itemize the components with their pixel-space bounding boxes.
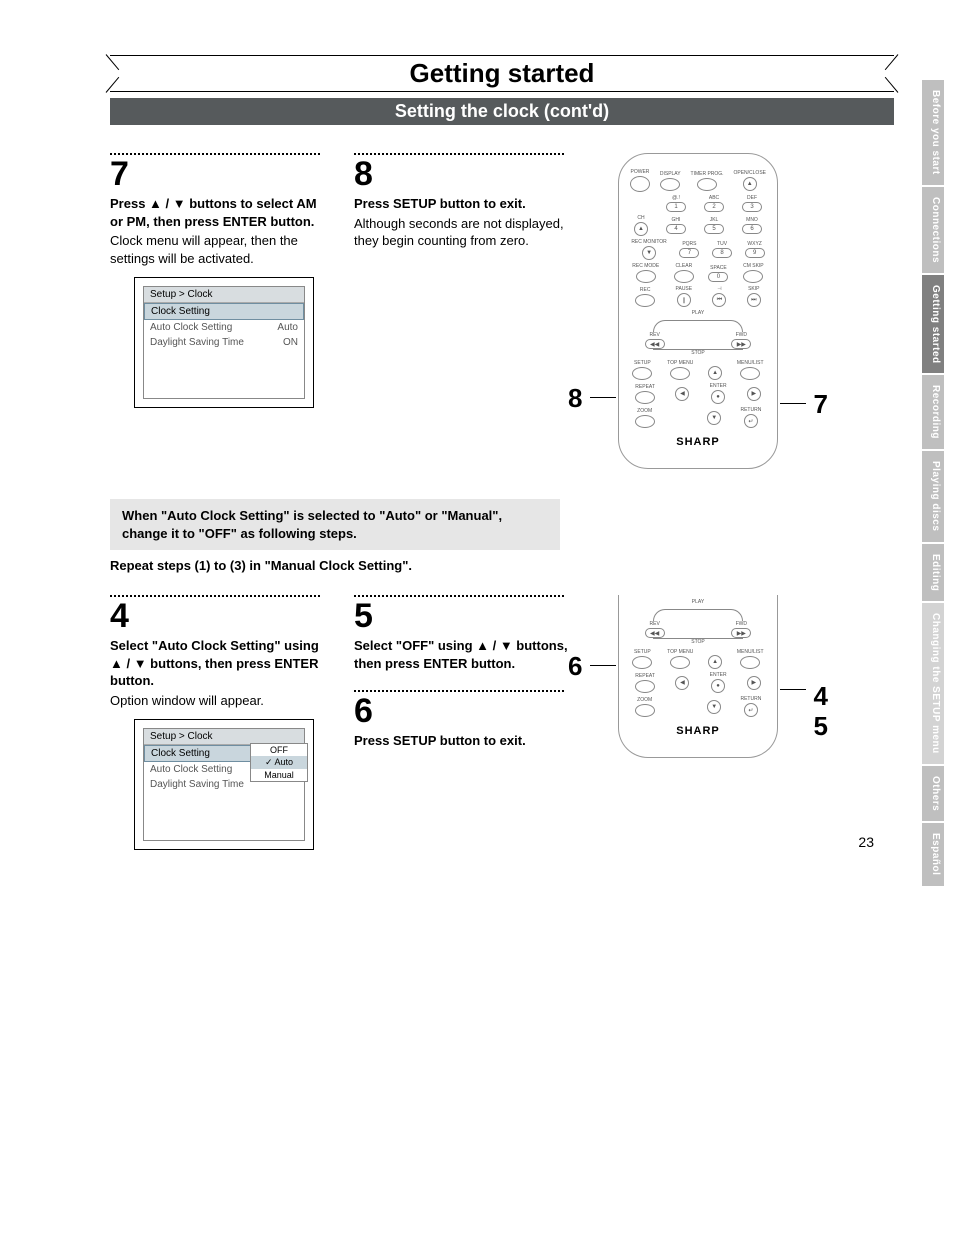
osd2-popup: OFF Auto Manual — [250, 743, 308, 782]
step-5: 5 Select "OFF" using ▲ / ▼ buttons, then… — [354, 595, 574, 672]
osd1-title: Setup > Clock — [144, 287, 304, 303]
setup-button-icon — [632, 656, 652, 669]
tab-setup-menu[interactable]: Changing the SETUP menu — [922, 603, 944, 764]
step-5-instruction: Select "OFF" using ▲ / ▼ buttons, then p… — [354, 637, 574, 672]
up-arrow-icon: ▲ — [708, 366, 722, 380]
enter-button-icon: ● — [711, 390, 725, 404]
osd-clock-menu-1: Setup > Clock Clock Setting Auto Clock S… — [134, 277, 314, 408]
step-7: 7 Press ▲ / ▼ buttons to select AM or PM… — [110, 153, 330, 469]
down-arrow-icon: ▼ — [707, 411, 721, 425]
callout-6: 6 — [568, 651, 582, 682]
open-close-button-icon: ▲ — [743, 177, 757, 191]
remote-diagram-upper: 8 7 POWER DISPLAY TIMER PROG. OPEN/CLOSE… — [598, 153, 798, 469]
return-button-icon: ↵ — [744, 414, 758, 428]
tab-espanol[interactable]: Español — [922, 823, 944, 885]
repeat-instruction: Repeat steps (1) to (3) in "Manual Clock… — [110, 558, 894, 573]
setup-button-icon — [632, 367, 652, 380]
step-4: 4 Select "Auto Clock Setting" using ▲ / … — [110, 595, 330, 850]
step-6: 6 Press SETUP button to exit. — [354, 690, 574, 750]
step-7-body: Clock menu will appear, then the setting… — [110, 232, 330, 267]
step-7-instruction: Press ▲ / ▼ buttons to select AM or PM, … — [110, 195, 330, 230]
callout-5: 5 — [814, 711, 828, 742]
osd1-row-clock-setting: Clock Setting — [144, 303, 304, 320]
tab-others[interactable]: Others — [922, 766, 944, 821]
display-button-icon — [660, 178, 680, 191]
tab-editing[interactable]: Editing — [922, 544, 944, 601]
section-title: Setting the clock (cont'd) — [110, 98, 894, 125]
step-7-number: 7 — [110, 157, 330, 191]
side-tabs: Before you start Connections Getting sta… — [922, 80, 944, 886]
remote-brand: SHARP — [625, 436, 771, 448]
step-8: 8 Press SETUP button to exit. Although s… — [354, 153, 574, 469]
tab-recording[interactable]: Recording — [922, 375, 944, 449]
note-box: When "Auto Clock Setting" is selected to… — [110, 499, 560, 550]
remote-brand-lower: SHARP — [625, 725, 771, 737]
tab-before-you-start[interactable]: Before you start — [922, 80, 944, 185]
osd1-row-auto-clock: Auto Clock SettingAuto — [144, 320, 304, 335]
chapter-title: Getting started — [410, 58, 595, 88]
tab-getting-started[interactable]: Getting started — [922, 275, 944, 374]
step-6-number: 6 — [354, 694, 574, 728]
step-6-instruction: Press SETUP button to exit. — [354, 732, 574, 750]
osd-clock-menu-2: Setup > Clock Clock Setting Auto Clock S… — [134, 719, 314, 850]
callout-4: 4 — [814, 681, 828, 712]
callout-8: 8 — [568, 383, 582, 414]
tab-connections[interactable]: Connections — [922, 187, 944, 273]
chapter-banner: Getting started — [110, 55, 894, 92]
step-4-number: 4 — [110, 599, 330, 633]
remote-diagram-lower: 6 4 5 PLAY REV◀◀ FWD▶▶ STOP SETUP TOP ME… — [598, 595, 798, 850]
remote-control-illustration: POWER DISPLAY TIMER PROG. OPEN/CLOSE▲ @.… — [618, 153, 778, 469]
osd1-row-dst: Daylight Saving TimeON — [144, 335, 304, 350]
step-4-instruction: Select "Auto Clock Setting" using ▲ / ▼ … — [110, 637, 330, 690]
step-8-number: 8 — [354, 157, 574, 191]
power-button-icon — [630, 176, 650, 192]
step-8-instruction: Press SETUP button to exit. — [354, 195, 574, 213]
timer-prog-button-icon — [697, 178, 717, 191]
callout-7: 7 — [814, 389, 828, 420]
step-5-number: 5 — [354, 599, 574, 633]
remote-control-illustration-lower: PLAY REV◀◀ FWD▶▶ STOP SETUP TOP MENU ▲ M… — [618, 595, 778, 758]
step-8-body: Although seconds are not displayed, they… — [354, 215, 574, 250]
tab-playing-discs[interactable]: Playing discs — [922, 451, 944, 541]
step-4-body: Option window will appear. — [110, 692, 330, 710]
page-number: 23 — [858, 834, 874, 850]
